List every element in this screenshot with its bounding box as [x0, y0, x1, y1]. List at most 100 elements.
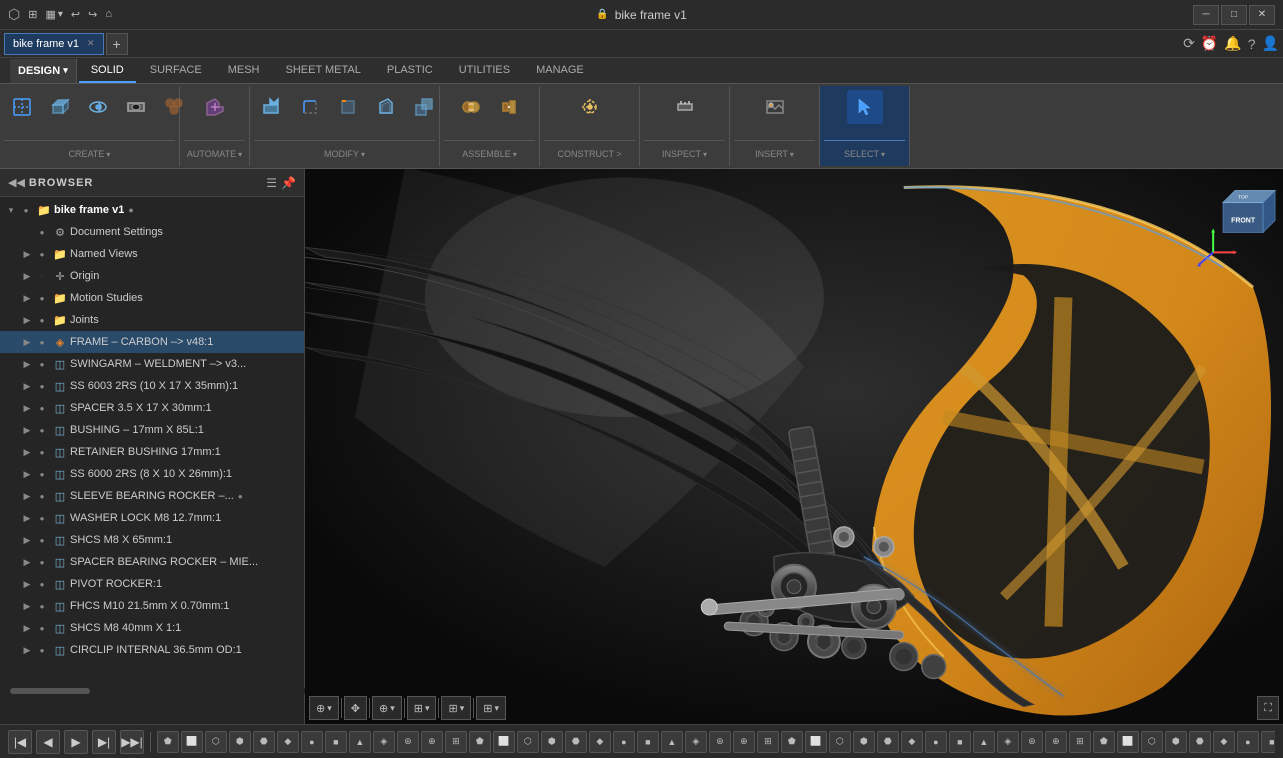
timeline-item-9[interactable]: ◈: [373, 731, 395, 753]
timeline-start-btn[interactable]: |◀: [8, 730, 32, 754]
tree-item-fhcs[interactable]: ▶ ● ◫ FHCS M10 21.5mm X 0.70mm:1: [0, 595, 304, 617]
assemble-label[interactable]: ASSEMBLE ▾: [444, 140, 535, 167]
timeline-item-21[interactable]: ▲: [661, 731, 683, 753]
close-button[interactable]: ✕: [1249, 5, 1275, 25]
inspect-label[interactable]: INSPECT ▾: [644, 140, 725, 167]
assemble-motion-btn[interactable]: [491, 90, 527, 124]
modify-combine-btn[interactable]: [406, 90, 442, 124]
timeline-item-34[interactable]: ▲: [973, 731, 995, 753]
vis-spacer-bearing[interactable]: ●: [34, 554, 50, 570]
tree-item-spacer[interactable]: ▶ ● ◫ SPACER 3.5 X 17 X 30mm:1: [0, 397, 304, 419]
vis-frame[interactable]: ●: [34, 334, 50, 350]
tree-item-named-views[interactable]: ▶ ● 📁 Named Views: [0, 243, 304, 265]
timeline-item-29[interactable]: ⬢: [853, 731, 875, 753]
timeline-item-32[interactable]: ●: [925, 731, 947, 753]
tree-item-retainer[interactable]: ▶ ● ◫ RETAINER BUSHING 17mm:1: [0, 441, 304, 463]
modify-label[interactable]: MODIFY ▾: [254, 140, 435, 167]
assemble-joint-btn[interactable]: [453, 90, 489, 124]
timeline-item-12[interactable]: ⊞: [445, 731, 467, 753]
timeline-item-17[interactable]: ⬣: [565, 731, 587, 753]
tree-item-pivot[interactable]: ▶ ● ◫ PIVOT ROCKER:1: [0, 573, 304, 595]
timeline-end-btn[interactable]: ▶▶|: [120, 730, 144, 754]
timeline-item-8[interactable]: ▲: [349, 731, 371, 753]
select-btn[interactable]: [847, 90, 883, 124]
timeline-item-33[interactable]: ■: [949, 731, 971, 753]
tree-item-ss6000[interactable]: ▶ ● ◫ SS 6000 2RS (8 X 10 X 26mm):1: [0, 463, 304, 485]
tree-expand-spacer[interactable]: ▶: [20, 401, 34, 415]
timeline-item-15[interactable]: ⬡: [517, 731, 539, 753]
timeline-item-2[interactable]: ⬡: [205, 731, 227, 753]
tree-item-shcs40[interactable]: ▶ ● ◫ SHCS M8 40mm X 1:1: [0, 617, 304, 639]
browser-pin-icon[interactable]: 📌: [281, 176, 296, 190]
vis-sleeve[interactable]: ●: [34, 488, 50, 504]
tree-expand-named-views[interactable]: ▶: [20, 247, 34, 261]
nav-view-btn[interactable]: ⊞ ▾: [441, 696, 471, 720]
fullscreen-btn[interactable]: ⛶: [1257, 696, 1279, 720]
browser-filter-icon[interactable]: ☰: [266, 176, 277, 190]
timeline-item-36[interactable]: ⊛: [1021, 731, 1043, 753]
maximize-button[interactable]: □: [1221, 5, 1247, 25]
tree-item-washer[interactable]: ▶ ● ◫ WASHER LOCK M8 12.7mm:1: [0, 507, 304, 529]
timeline-item-26[interactable]: ⬟: [781, 731, 803, 753]
nav-orbit-btn[interactable]: ⊕ ▾: [309, 696, 339, 720]
timeline-item-42[interactable]: ⬢: [1165, 731, 1187, 753]
vis-washer[interactable]: ●: [34, 510, 50, 526]
automate-btn[interactable]: [197, 90, 233, 124]
timeline-item-45[interactable]: ●: [1237, 731, 1259, 753]
tree-item-frame[interactable]: ▶ ● ◈ FRAME – CARBON –> v48:1: [0, 331, 304, 353]
tree-expand-retainer[interactable]: ▶: [20, 445, 34, 459]
timeline-item-5[interactable]: ◆: [277, 731, 299, 753]
tab-plastic[interactable]: PLASTIC: [375, 59, 445, 83]
browser-scroll-thumb[interactable]: [10, 688, 90, 694]
tree-expand-motion[interactable]: ▶: [20, 291, 34, 305]
create-label[interactable]: CREATE ▾: [4, 140, 175, 167]
tree-expand-origin[interactable]: ▶: [20, 269, 34, 283]
timeline-item-16[interactable]: ⬢: [541, 731, 563, 753]
insert-image-btn[interactable]: [757, 90, 793, 124]
timeline-item-0[interactable]: ⬟: [157, 731, 179, 753]
tree-item-shcs65[interactable]: ▶ ● ◫ SHCS M8 X 65mm:1: [0, 529, 304, 551]
tree-expand-circlip[interactable]: ▶: [20, 643, 34, 657]
tree-item-doc-settings[interactable]: ● ⚙ Document Settings: [0, 221, 304, 243]
nav-pan-btn[interactable]: ✥: [344, 696, 367, 720]
help-icon[interactable]: ?: [1248, 36, 1256, 52]
vis-root[interactable]: ●: [18, 202, 34, 218]
timeline-item-40[interactable]: ⬜: [1117, 731, 1139, 753]
redo-btn[interactable]: ↪: [88, 8, 97, 21]
create-hole-btn[interactable]: [118, 90, 154, 124]
tree-item-spacer-bearing[interactable]: ▶ ● ◫ SPACER BEARING ROCKER – MIE...: [0, 551, 304, 573]
tree-item-joints[interactable]: ▶ ● 📁 Joints: [0, 309, 304, 331]
tree-expand-spacer-bearing[interactable]: ▶: [20, 555, 34, 569]
timeline-play-btn[interactable]: ▶: [64, 730, 88, 754]
tree-item-swingarm[interactable]: ▶ ● ◫ SWINGARM – WELDMENT –> v3...: [0, 353, 304, 375]
timeline-item-31[interactable]: ◆: [901, 731, 923, 753]
inspect-measure-btn[interactable]: [667, 90, 703, 124]
modify-chamfer-btn[interactable]: [330, 90, 366, 124]
tree-expand-ss6000[interactable]: ▶: [20, 467, 34, 481]
vis-named-views[interactable]: ●: [34, 246, 50, 262]
tree-expand-shcs65[interactable]: ▶: [20, 533, 34, 547]
timeline-item-39[interactable]: ⬟: [1093, 731, 1115, 753]
timeline-item-19[interactable]: ●: [613, 731, 635, 753]
clock-icon[interactable]: ⏰: [1201, 35, 1218, 52]
timeline-item-27[interactable]: ⬜: [805, 731, 827, 753]
construct-btn[interactable]: [572, 90, 608, 124]
nav-grid-btn[interactable]: ⊞ ▾: [476, 696, 506, 720]
select-label[interactable]: SELECT ▾: [824, 140, 905, 167]
tree-expand-ss6003[interactable]: ▶: [20, 379, 34, 393]
timeline-item-7[interactable]: ■: [325, 731, 347, 753]
window-controls[interactable]: ─ □ ✕: [1193, 5, 1275, 25]
timeline-item-25[interactable]: ⊞: [757, 731, 779, 753]
timeline-next-btn[interactable]: ▶|: [92, 730, 116, 754]
timeline-item-35[interactable]: ◈: [997, 731, 1019, 753]
create-revolve-btn[interactable]: [80, 90, 116, 124]
minimize-button[interactable]: ─: [1193, 5, 1219, 25]
timeline-item-23[interactable]: ⊛: [709, 731, 731, 753]
tree-item-root[interactable]: ▾ ● 📁 bike frame v1 ●: [0, 199, 304, 221]
timeline-item-3[interactable]: ⬢: [229, 731, 251, 753]
tab-utilities[interactable]: UTILITIES: [447, 59, 522, 83]
timeline-item-43[interactable]: ⬣: [1189, 731, 1211, 753]
toolbar-menu[interactable]: ▦ ▾: [45, 8, 62, 21]
timeline-item-6[interactable]: ●: [301, 731, 323, 753]
timeline-prev-btn[interactable]: ◀: [36, 730, 60, 754]
